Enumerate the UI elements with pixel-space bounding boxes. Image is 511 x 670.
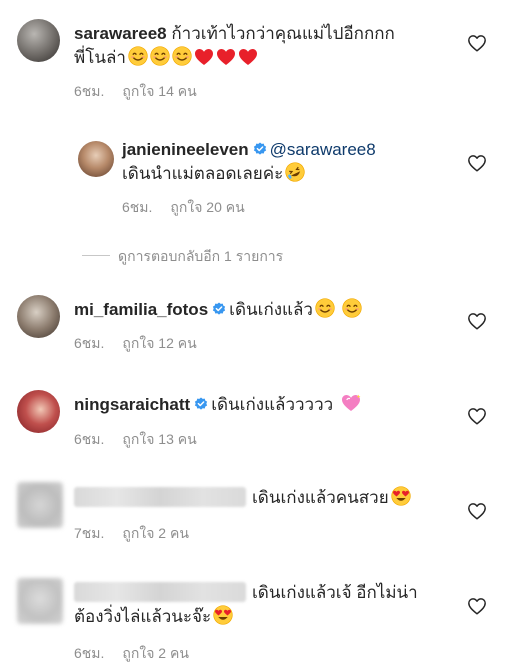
rofl-emoji-icon <box>285 162 305 182</box>
comment-time: 7ชม. <box>74 525 105 541</box>
blurred-username <box>74 582 246 602</box>
like-heart-icon[interactable] <box>467 407 487 425</box>
comment-text: เดินเก่งแล้ว <box>229 300 313 319</box>
smiling-face-emoji-icon <box>315 298 335 318</box>
smiling-face-emoji-icon <box>150 46 170 66</box>
comment-likes[interactable]: ถูกใจ 2 คน <box>122 645 189 661</box>
comment-likes[interactable]: ถูกใจ 13 คน <box>122 431 196 447</box>
red-heart-emoji-icon <box>194 48 214 66</box>
comment-body: ningsaraichatt เดินเก่งแล้ววววว <box>74 393 362 417</box>
comment-time: 6ชม. <box>74 645 105 661</box>
comment-time: 6ชม. <box>74 431 105 447</box>
red-heart-emoji-icon <box>216 48 236 66</box>
comment-meta: 6ชม. ถูกใจ 2 คน <box>74 643 189 665</box>
heart-eyes-emoji-icon <box>213 605 233 625</box>
verified-badge-icon <box>194 397 208 411</box>
like-heart-icon[interactable] <box>467 502 487 520</box>
red-heart-emoji-icon <box>238 48 258 66</box>
comment-body: เดินเก่งแล้วคนสวย <box>74 486 411 510</box>
comment-text: เดินนำแม่ตลอดเลยค่ะ <box>122 164 284 183</box>
comment-text: เดินเก่งแล้วคนสวย <box>252 488 389 507</box>
comment-likes[interactable]: ถูกใจ 14 คน <box>122 83 196 99</box>
avatar[interactable] <box>17 578 63 624</box>
comment-body: mi_familia_fotos เดินเก่งแล้ว <box>74 298 362 322</box>
like-heart-icon[interactable] <box>467 312 487 330</box>
avatar[interactable] <box>78 141 114 177</box>
comment-likes[interactable]: ถูกใจ 12 คน <box>122 335 196 351</box>
comment-meta: 6ชม. ถูกใจ 14 คน <box>74 81 197 103</box>
comment-meta: 6ชม. ถูกใจ 12 คน <box>74 333 197 355</box>
comment-body: janienineeleven @sarawaree8 เดินนำแม่ตลอด… <box>122 138 376 186</box>
comment-meta: 6ชม. ถูกใจ 20 คน <box>122 197 245 219</box>
comment-time: 6ชม. <box>74 335 105 351</box>
smiling-face-emoji-icon <box>342 298 362 318</box>
comment-username[interactable]: janienineeleven <box>122 140 249 159</box>
comment-meta: 6ชม. ถูกใจ 13 คน <box>74 429 197 451</box>
like-heart-icon[interactable] <box>467 154 487 172</box>
smiling-face-emoji-icon <box>128 46 148 66</box>
like-heart-icon[interactable] <box>467 34 487 52</box>
smiling-face-emoji-icon <box>172 46 192 66</box>
avatar[interactable] <box>17 390 60 433</box>
divider-line <box>82 255 110 256</box>
like-heart-icon[interactable] <box>467 597 487 615</box>
sparkling-heart-emoji-icon <box>340 393 362 413</box>
comment-text: เดินเก่งแล้ววววว <box>211 395 334 414</box>
comment-text: ก้าวเท้าไวกว่าคุณแม่ไปอีกกกก <box>171 24 395 43</box>
heart-eyes-emoji-icon <box>391 486 411 506</box>
comment-likes[interactable]: ถูกใจ 20 คน <box>170 199 244 215</box>
verified-badge-icon <box>253 142 267 156</box>
comment-text-cont: พี่โนล่า <box>74 48 126 67</box>
comment-body: sarawaree8 ก้าวเท้าไวกว่าคุณแม่ไปอีกกกก … <box>74 22 395 70</box>
comment-username[interactable]: sarawaree8 <box>74 24 167 43</box>
avatar[interactable] <box>17 19 60 62</box>
comment-meta: 7ชม. ถูกใจ 2 คน <box>74 523 189 545</box>
comment-body: เดินเก่งแล้วเจ้ อีกไม่น่า ต้องวิ่งไล่แล้… <box>74 581 418 629</box>
comment-time: 6ชม. <box>74 83 105 99</box>
comment-text-cont: ต้องวิ่งไล่แล้วนะจ๊ะ <box>74 607 212 626</box>
comment-username[interactable]: mi_familia_fotos <box>74 300 208 319</box>
avatar[interactable] <box>17 295 60 338</box>
comment-mention[interactable]: @sarawaree8 <box>270 140 376 159</box>
comment-time: 6ชม. <box>122 199 153 215</box>
avatar[interactable] <box>17 482 63 528</box>
comment-likes[interactable]: ถูกใจ 2 คน <box>122 525 189 541</box>
comment-text: เดินเก่งแล้วเจ้ อีกไม่น่า <box>252 583 418 602</box>
verified-badge-icon <box>212 302 226 316</box>
comment-username[interactable]: ningsaraichatt <box>74 395 190 414</box>
blurred-username <box>74 487 246 507</box>
view-more-replies[interactable]: ดูการตอบกลับอีก 1 รายการ <box>118 246 283 268</box>
